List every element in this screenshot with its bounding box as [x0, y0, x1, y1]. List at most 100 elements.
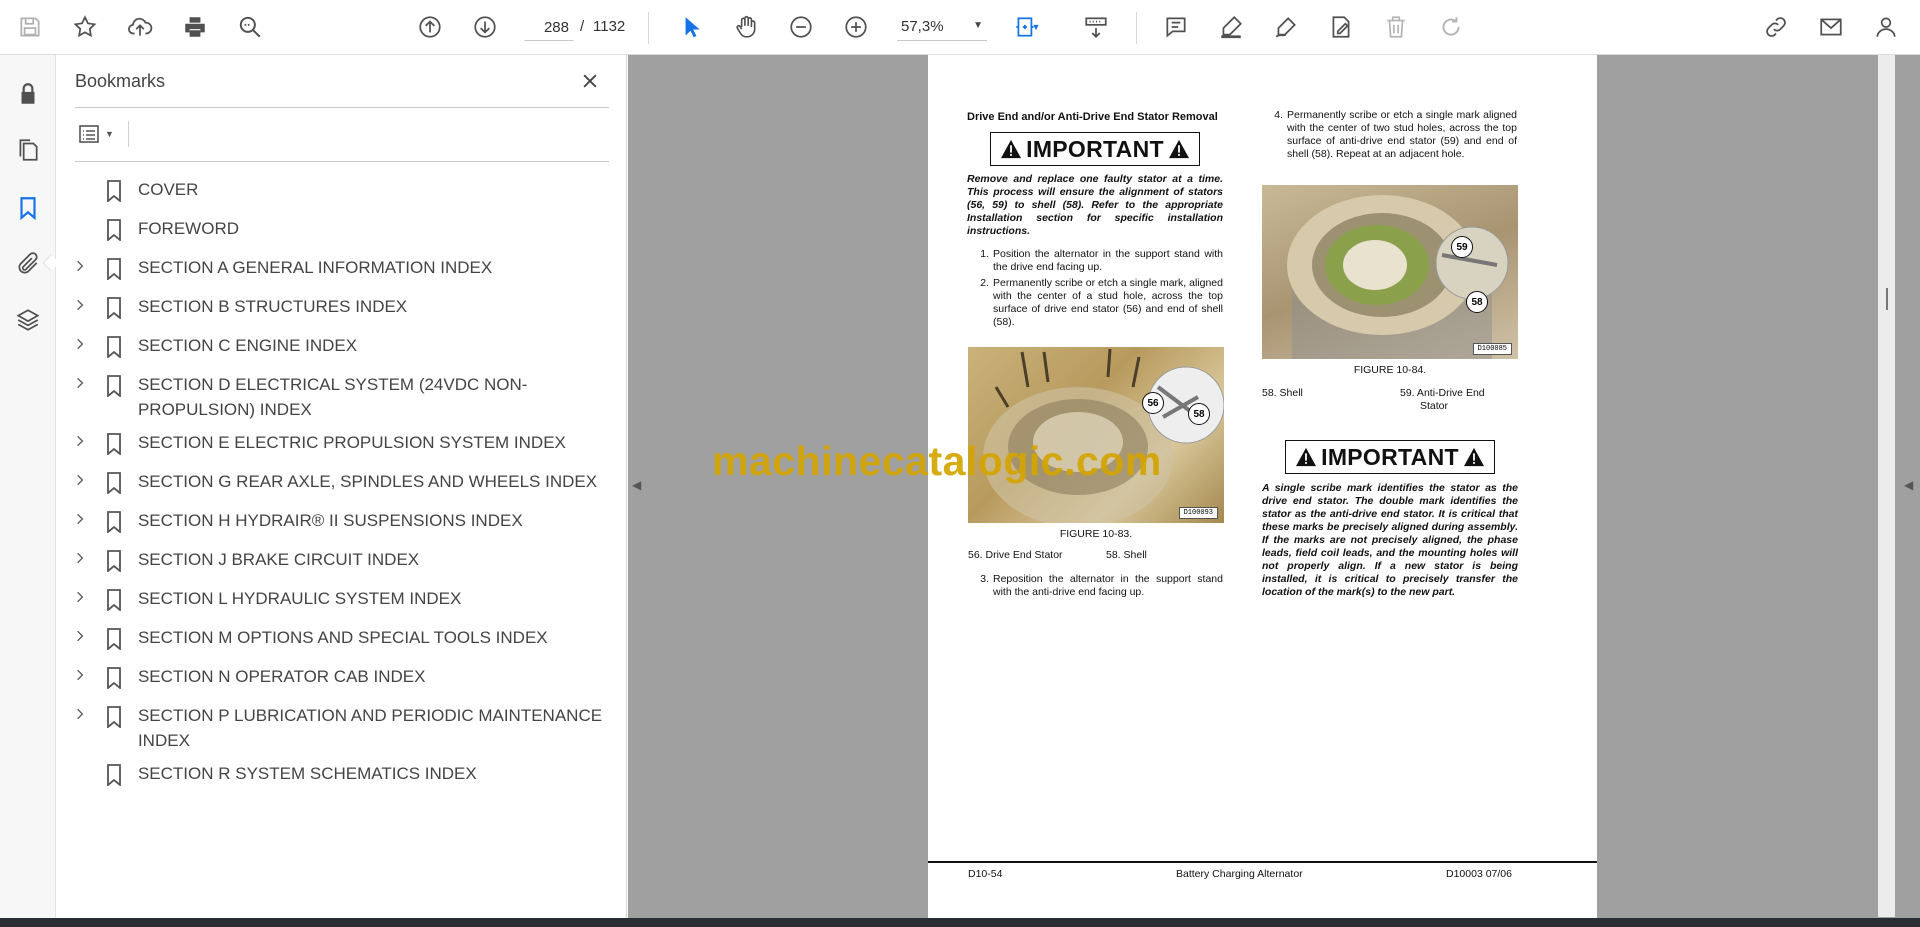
warning-icon: [1463, 447, 1484, 467]
fill-sign-icon[interactable]: [1322, 8, 1360, 46]
figure-anti-drive-end-stator: 59 58 D100085: [1262, 185, 1518, 359]
callout-59: 59: [1451, 236, 1473, 258]
save-icon[interactable]: [11, 8, 49, 46]
layers-icon[interactable]: [11, 303, 45, 337]
zoom-search-icon[interactable]: [231, 8, 269, 46]
delete-icon[interactable]: [1377, 8, 1415, 46]
bookmark-label: SECTION M OPTIONS AND SPECIAL TOOLS INDE…: [137, 628, 548, 647]
chevron-right-icon[interactable]: [68, 260, 92, 280]
bookmark-item[interactable]: SECTION R SYSTEM SCHEMATICS INDEX: [56, 757, 627, 796]
zoom-in-icon[interactable]: [837, 8, 875, 46]
chevron-right-icon[interactable]: [68, 513, 92, 533]
bookmark-item[interactable]: SECTION H HYDRAIR® II SUSPENSIONS INDEX: [56, 504, 627, 543]
hand-icon[interactable]: [727, 8, 765, 46]
chevron-right-icon[interactable]: [68, 669, 92, 689]
chevron-right-icon[interactable]: [68, 474, 92, 494]
callout-58: 58: [1466, 291, 1488, 313]
fit-page-dropdown-icon[interactable]: ▼: [1026, 8, 1046, 46]
important-label: IMPORTANT: [1026, 135, 1164, 162]
expand-right-panel-icon[interactable]: ◀: [1904, 478, 1913, 492]
collapse-left-panel-icon[interactable]: ◀: [632, 478, 641, 492]
chevron-right-icon[interactable]: [68, 591, 92, 611]
important-box: IMPORTANT: [1285, 440, 1495, 474]
vertical-scrollbar[interactable]: [1878, 55, 1895, 917]
bookmark-icon: [106, 433, 122, 456]
stator-photo: [1287, 195, 1509, 359]
bookmark-item[interactable]: SECTION A GENERAL INFORMATION INDEX: [56, 251, 627, 290]
redo-icon[interactable]: [1432, 8, 1470, 46]
legend-item: 58. Shell: [1106, 549, 1147, 561]
bookmark-item[interactable]: SECTION J BRAKE CIRCUIT INDEX: [56, 543, 627, 582]
scrollbar-thumb[interactable]: [1886, 288, 1888, 310]
warning-icon: [1168, 139, 1189, 159]
bookmark-icon: [106, 336, 122, 359]
chevron-right-icon[interactable]: [68, 552, 92, 572]
bookmark-item[interactable]: SECTION P LUBRICATION AND PERIODIC MAINT…: [56, 699, 627, 757]
bookmark-label: SECTION B STRUCTURES INDEX: [137, 297, 408, 316]
legend-item: 59. Anti-Drive End: [1400, 387, 1485, 399]
footer-rule: [928, 861, 1597, 863]
step-2: 2. Permanently scribe or etch a single m…: [967, 277, 1223, 329]
select-cursor-icon[interactable]: [672, 8, 710, 46]
bookmark-icon: [106, 180, 122, 203]
bookmark-item[interactable]: FOREWORD: [56, 212, 627, 251]
bookmark-icon[interactable]: [11, 191, 45, 225]
draw-icon[interactable]: [1267, 8, 1305, 46]
chevron-right-icon[interactable]: [68, 435, 92, 455]
scroll-mode-icon[interactable]: [1077, 8, 1115, 46]
figure-caption: FIGURE 10-84.: [1353, 364, 1427, 376]
bookmark-list: COVER FOREWORD SECTION A GENERAL INFORMATI…: [56, 173, 627, 796]
bookmark-options-button[interactable]: ▼: [76, 119, 122, 149]
bookmark-item[interactable]: COVER: [56, 173, 627, 212]
lock-icon[interactable]: [11, 77, 45, 111]
bookmark-icon: [106, 764, 122, 787]
page-down-icon[interactable]: [466, 8, 504, 46]
pages-icon[interactable]: [11, 133, 45, 167]
highlight-icon[interactable]: [1212, 8, 1250, 46]
bookmark-item[interactable]: SECTION G REAR AXLE, SPINDLES AND WHEELS…: [56, 465, 627, 504]
bookmark-icon: [106, 589, 122, 612]
print-icon[interactable]: [176, 8, 214, 46]
chevron-right-icon[interactable]: [68, 338, 92, 358]
bookmark-item[interactable]: SECTION L HYDRAULIC SYSTEM INDEX: [56, 582, 627, 621]
divider: [75, 161, 609, 162]
account-icon[interactable]: [1867, 8, 1905, 46]
chevron-right-icon[interactable]: [68, 377, 92, 397]
bookmark-label: SECTION P LUBRICATION AND PERIODIC MAINT…: [137, 706, 603, 750]
page-number-input[interactable]: [524, 13, 574, 41]
divider: [128, 121, 129, 147]
toolbar-divider: [648, 12, 649, 44]
left-column: Drive End and/or Anti-Drive End Stator R…: [967, 111, 1223, 329]
attachment-icon[interactable]: [11, 247, 45, 281]
email-icon[interactable]: [1812, 8, 1850, 46]
star-icon[interactable]: [66, 8, 104, 46]
bookmark-item[interactable]: SECTION D ELECTRICAL SYSTEM (24VDC NON-P…: [56, 368, 627, 426]
callout-58: 58: [1188, 403, 1210, 425]
comment-icon[interactable]: [1157, 8, 1195, 46]
bookmark-item[interactable]: SECTION B STRUCTURES INDEX: [56, 290, 627, 329]
zoom-out-icon[interactable]: [782, 8, 820, 46]
figure-legend: 58. Shell 59. Anti-Drive End Stator: [1262, 387, 1518, 412]
share-link-icon[interactable]: [1757, 8, 1795, 46]
bookmark-item[interactable]: SECTION N OPERATOR CAB INDEX: [56, 660, 627, 699]
bookmark-label: SECTION L HYDRAULIC SYSTEM INDEX: [137, 589, 462, 608]
bookmark-item[interactable]: SECTION M OPTIONS AND SPECIAL TOOLS INDE…: [56, 621, 627, 660]
upload-icon[interactable]: [121, 8, 159, 46]
bookmark-item[interactable]: SECTION E ELECTRIC PROPULSION SYSTEM IND…: [56, 426, 627, 465]
bookmark-item[interactable]: SECTION C ENGINE INDEX: [56, 329, 627, 368]
page-up-icon[interactable]: [411, 8, 449, 46]
bookmark-label: SECTION A GENERAL INFORMATION INDEX: [137, 258, 493, 277]
warning-icon: [1296, 447, 1317, 467]
chevron-right-icon[interactable]: [68, 630, 92, 650]
watermark: machinecatalogic.com: [712, 438, 1162, 484]
toolbar-divider: [1136, 12, 1137, 44]
chevron-right-icon[interactable]: [68, 299, 92, 319]
zoom-select[interactable]: 57,3% ▼: [897, 13, 987, 41]
bookmark-icon: [106, 706, 122, 729]
bookmark-label: SECTION H HYDRAIR® II SUSPENSIONS INDEX: [137, 511, 523, 530]
important-label: IMPORTANT: [1321, 443, 1459, 470]
close-icon[interactable]: [576, 67, 604, 95]
bookmark-icon: [106, 375, 122, 398]
chevron-right-icon[interactable]: [68, 708, 92, 728]
bookmark-label: FOREWORD: [137, 219, 239, 238]
